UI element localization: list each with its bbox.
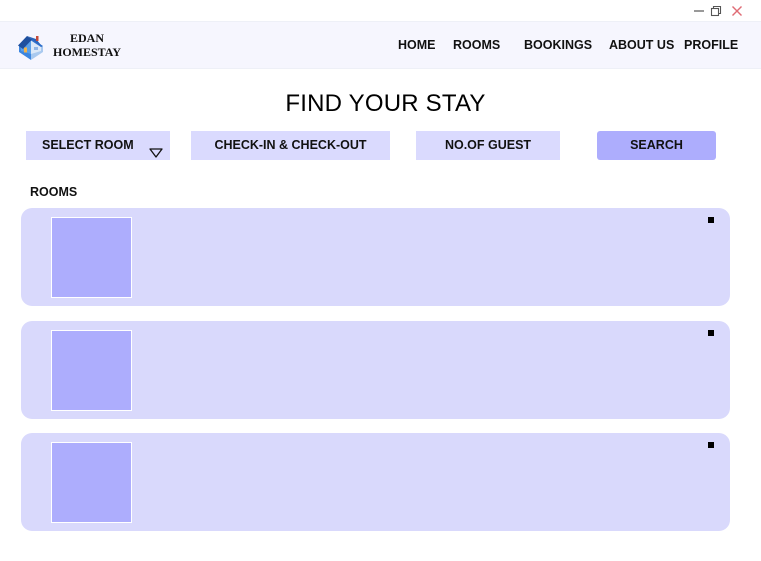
nav-home[interactable]: HOME bbox=[398, 22, 436, 68]
room-image-placeholder[interactable] bbox=[51, 330, 132, 411]
guest-count-field[interactable]: NO.OF GUEST bbox=[416, 131, 560, 160]
room-menu-marker[interactable] bbox=[708, 330, 714, 336]
select-room-dropdown[interactable]: SELECT ROOM bbox=[26, 131, 170, 160]
room-image-placeholder[interactable] bbox=[51, 217, 132, 298]
chevron-down-icon[interactable] bbox=[149, 140, 163, 158]
room-card[interactable] bbox=[21, 321, 730, 419]
search-button[interactable]: SEARCH bbox=[597, 131, 716, 160]
brand-name: EDAN HOMESTAY bbox=[50, 31, 124, 59]
room-menu-marker[interactable] bbox=[708, 217, 714, 223]
brand-line-1: EDAN bbox=[69, 31, 104, 45]
nav-profile[interactable]: PROFILE bbox=[684, 22, 738, 68]
room-card[interactable] bbox=[21, 208, 730, 306]
select-room-label: SELECT ROOM bbox=[42, 138, 134, 152]
close-icon[interactable] bbox=[729, 3, 745, 19]
window-controls bbox=[691, 0, 761, 21]
page-title: FIND YOUR STAY bbox=[285, 90, 486, 117]
brand-line-2: HOMESTAY bbox=[52, 45, 121, 59]
app-window: EDAN HOMESTAY HOME ROOMS BOOKINGS ABOUT … bbox=[0, 0, 761, 561]
checkin-checkout-field[interactable]: CHECK-IN & CHECK-OUT bbox=[191, 131, 390, 160]
maximize-icon[interactable] bbox=[708, 3, 724, 19]
room-menu-marker[interactable] bbox=[708, 442, 714, 448]
house-icon[interactable] bbox=[15, 30, 47, 62]
room-image-placeholder[interactable] bbox=[51, 442, 132, 523]
room-card[interactable] bbox=[21, 433, 730, 531]
minimize-icon[interactable] bbox=[691, 3, 707, 19]
top-navbar: EDAN HOMESTAY HOME ROOMS BOOKINGS ABOUT … bbox=[0, 21, 761, 69]
nav-about-us[interactable]: ABOUT US bbox=[609, 22, 674, 68]
rooms-section-heading: ROOMS bbox=[30, 185, 78, 199]
nav-bookings[interactable]: BOOKINGS bbox=[524, 22, 592, 68]
nav-rooms[interactable]: ROOMS bbox=[453, 22, 500, 68]
